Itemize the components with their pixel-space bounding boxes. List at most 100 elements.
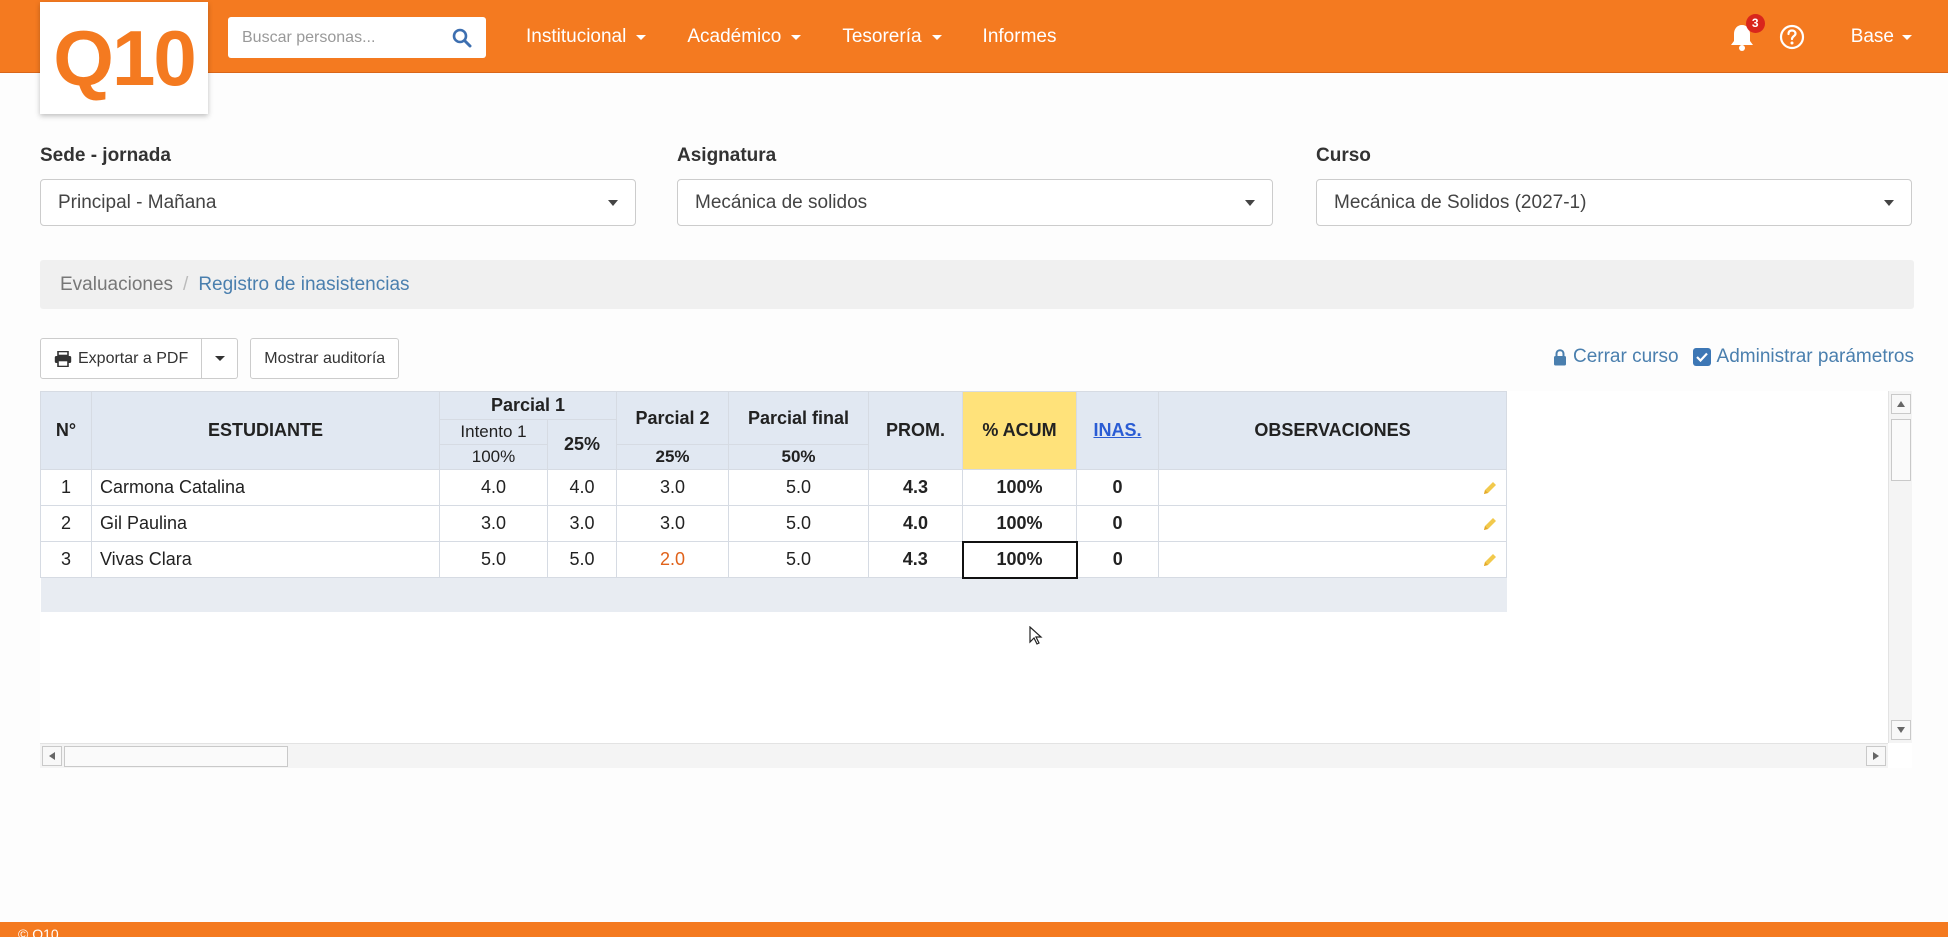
grade-cell-parcial-1[interactable]: 3.0 — [547, 505, 617, 542]
asignatura-value: Mecánica de solidos — [695, 191, 868, 213]
acum-cell[interactable]: 100% — [962, 505, 1077, 542]
col-header-intento-1-weight: 100% — [439, 444, 548, 470]
scroll-down-button[interactable] — [1891, 720, 1911, 740]
footer-text: © Q10 — [18, 926, 59, 937]
grade-cell-parcial-2[interactable]: 2.0 — [616, 541, 729, 578]
grade-cell-intento-1[interactable]: 5.0 — [439, 541, 548, 578]
col-header-prom[interactable]: PROM. — [868, 391, 963, 470]
col-header-parcial-2[interactable]: Parcial 2 — [616, 391, 729, 445]
breadcrumb-current: Registro de inasistencias — [198, 273, 410, 295]
grade-cell-intento-1[interactable]: 3.0 — [439, 505, 548, 542]
observations-cell[interactable] — [1158, 469, 1507, 506]
scroll-up-button[interactable] — [1891, 394, 1911, 414]
help-icon[interactable] — [1779, 24, 1805, 50]
inas-cell[interactable]: 0 — [1076, 541, 1159, 578]
asignatura-filter: Asignatura Mecánica de solidos — [677, 145, 1273, 226]
search-icon[interactable] — [452, 28, 472, 48]
table-row: 2 Gil Paulina 3.0 3.0 3.0 5.0 4.0 100% 0 — [40, 505, 1507, 542]
export-pdf-label: Exportar a PDF — [78, 349, 189, 367]
printer-icon — [54, 350, 72, 367]
footer-bar: © Q10 — [0, 922, 1948, 937]
acum-cell[interactable]: 100% — [962, 469, 1077, 506]
menu-label: Tesorería — [842, 25, 922, 47]
prom-cell: 4.0 — [868, 505, 963, 542]
notifications-button[interactable]: 3 — [1729, 13, 1765, 51]
show-audit-label: Mostrar auditoría — [264, 349, 386, 367]
grade-cell-parcial-2[interactable]: 3.0 — [616, 469, 729, 506]
menu-tesoreria[interactable]: Tesorería — [842, 25, 942, 48]
pencil-icon[interactable] — [1482, 516, 1498, 532]
caret-down-icon — [791, 35, 802, 40]
chevron-down-icon — [1884, 199, 1894, 206]
col-header-acum[interactable]: % ACUM — [962, 391, 1077, 470]
search-box[interactable] — [228, 17, 486, 58]
sede-value: Principal - Mañana — [58, 191, 217, 213]
export-pdf-button[interactable]: Exportar a PDF — [40, 338, 203, 379]
inas-cell[interactable]: 0 — [1076, 469, 1159, 506]
grade-cell-parcial-final[interactable]: 5.0 — [728, 505, 869, 542]
col-header-parcial-1-weight: 25% — [547, 419, 617, 470]
vertical-scroll-thumb[interactable] — [1891, 419, 1911, 481]
prom-cell: 4.3 — [868, 469, 963, 506]
inas-cell[interactable]: 0 — [1076, 505, 1159, 542]
manage-parameters-label: Administrar parámetros — [1716, 346, 1914, 367]
grade-cell-parcial-1[interactable]: 4.0 — [547, 469, 617, 506]
asignatura-select[interactable]: Mecánica de solidos — [677, 179, 1273, 226]
search-input[interactable] — [242, 28, 452, 47]
col-header-inas[interactable]: INAS. — [1076, 391, 1159, 470]
grade-cell-parcial-1[interactable]: 5.0 — [547, 541, 617, 578]
pencil-icon[interactable] — [1482, 552, 1498, 568]
caret-down-icon — [214, 356, 225, 361]
table-footer-row — [40, 577, 1507, 612]
manage-parameters-link[interactable]: Administrar parámetros — [1692, 346, 1914, 368]
menu-institucional[interactable]: Institucional — [526, 26, 647, 48]
grade-cell-parcial-final[interactable]: 5.0 — [728, 541, 869, 578]
curso-select[interactable]: Mecánica de Solidos (2027-1) — [1316, 179, 1912, 226]
main-menu: Institucional Académico Tesorería Inform… — [526, 0, 1056, 73]
row-number: 1 — [40, 469, 92, 506]
menu-label: Informes — [982, 25, 1057, 47]
observations-cell[interactable] — [1158, 541, 1507, 578]
curso-label: Curso — [1316, 145, 1371, 166]
grade-cell-parcial-final[interactable]: 5.0 — [728, 469, 869, 506]
grade-cell-parcial-2[interactable]: 3.0 — [616, 505, 729, 542]
pencil-icon[interactable] — [1482, 480, 1498, 496]
observations-cell[interactable] — [1158, 505, 1507, 542]
inas-link[interactable]: INAS. — [1093, 420, 1141, 440]
sede-filter: Sede - jornada Principal - Mañana — [40, 145, 636, 226]
breadcrumb-evaluaciones[interactable]: Evaluaciones — [60, 274, 173, 296]
lock-icon — [1553, 348, 1566, 365]
logo-text: Q10 — [53, 13, 196, 102]
export-dropdown-toggle[interactable] — [202, 338, 239, 379]
user-menu[interactable]: Base — [1851, 26, 1912, 48]
acum-cell-selected[interactable]: 100% — [961, 540, 1078, 579]
col-header-parcial-final-weight: 50% — [728, 444, 869, 470]
col-header-parcial-2-weight: 25% — [616, 444, 729, 470]
scroll-left-button[interactable] — [42, 746, 62, 766]
empty-footer-cell — [40, 577, 1507, 612]
col-header-parcial-final[interactable]: Parcial final — [728, 391, 869, 445]
close-course-link[interactable]: Cerrar curso — [1553, 346, 1679, 368]
horizontal-scroll-thumb[interactable] — [64, 746, 288, 767]
scroll-right-button[interactable] — [1866, 746, 1886, 766]
checkbox-checked-icon — [1692, 348, 1711, 366]
sede-select[interactable]: Principal - Mañana — [40, 179, 636, 226]
horizontal-scrollbar[interactable] — [40, 743, 1888, 768]
q10-logo[interactable]: Q10 — [40, 2, 208, 114]
col-header-number[interactable]: N° — [40, 391, 92, 470]
col-header-observations[interactable]: OBSERVACIONES — [1158, 391, 1507, 470]
chevron-down-icon — [1245, 199, 1255, 206]
navbar-right: 3 Base — [1729, 0, 1912, 73]
caret-down-icon — [931, 35, 942, 40]
grade-cell-intento-1[interactable]: 4.0 — [439, 469, 548, 506]
col-header-parcial-1[interactable]: Parcial 1 — [439, 391, 617, 420]
menu-academico[interactable]: Académico — [687, 26, 802, 48]
menu-informes[interactable]: Informes — [983, 26, 1057, 48]
col-header-intento-1[interactable]: Intento 1 — [439, 419, 548, 445]
breadcrumb: Evaluaciones / Registro de inasistencias — [40, 260, 1914, 309]
notification-badge: 3 — [1745, 13, 1765, 33]
show-audit-button[interactable]: Mostrar auditoría — [250, 338, 400, 379]
export-button-group: Exportar a PDF — [40, 338, 239, 379]
col-header-student[interactable]: ESTUDIANTE — [91, 391, 440, 470]
vertical-scrollbar[interactable] — [1888, 391, 1912, 743]
